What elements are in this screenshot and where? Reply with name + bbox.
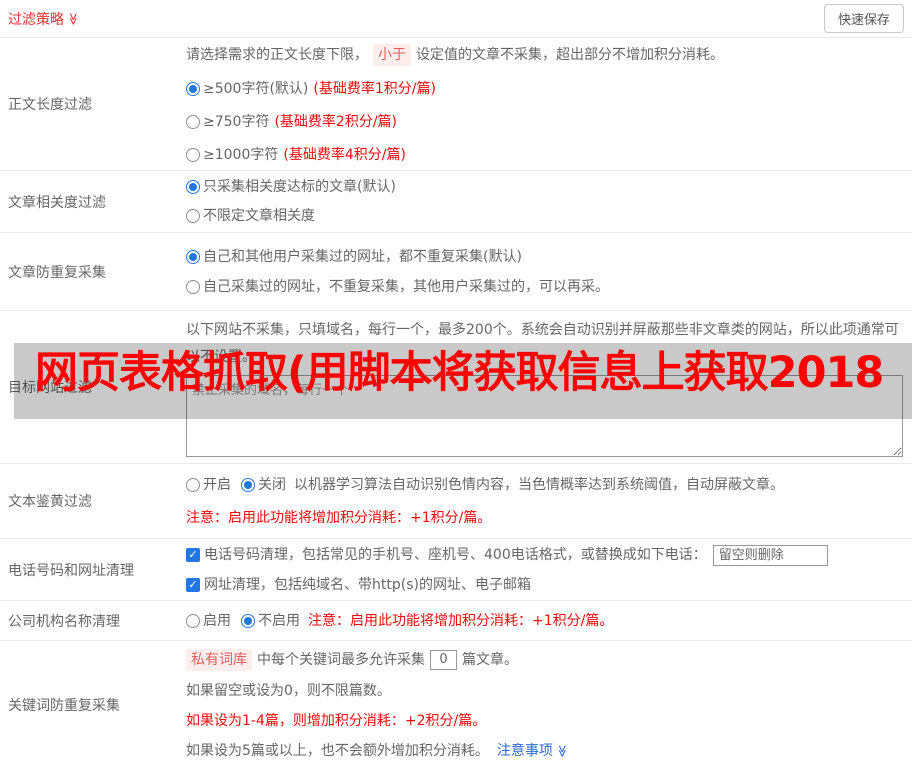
keyword-dedupe-note-fee: 如果设为1-4篇，则增加积分消耗：+2积分/篇。 (186, 712, 487, 729)
porn-filter-note: 注意：启用此功能将增加积分消耗：+1积分/篇。 (186, 509, 492, 526)
radio-icon[interactable] (186, 613, 200, 628)
radio-icon[interactable] (241, 477, 255, 492)
section-label: 正文长度过滤 (8, 97, 92, 113)
checkbox-checked-icon[interactable] (186, 548, 200, 562)
keyword-dedupe-note-zero: 如果留空或设为0，则不限篇数。 (186, 682, 391, 699)
company-clean-note: 注意：启用此功能将增加积分消耗：+1积分/篇。 (308, 612, 614, 629)
keyword-dedupe-note-five: 如果设为5篇或以上，也不会额外增加积分消耗。 (186, 742, 489, 759)
section-relevance: 文章相关度过滤 只采集相关度达标的文章(默认) 不限定文章相关度 (0, 170, 912, 232)
company-clean-off-option[interactable]: 不启用 (241, 611, 300, 631)
filter-settings-form: 正文长度过滤 请选择需求的正文长度下限， 小于 设定值的文章不采集，超出部分不增… (0, 38, 912, 768)
relevance-option-any[interactable]: 不限定文章相关度 (186, 206, 912, 226)
quick-save-button[interactable]: 快速保存 (823, 4, 904, 33)
section-dedupe: 文章防重复采集 自己和其他用户采集过的网址，都不重复采集(默认) 自己采集过的网… (0, 232, 912, 310)
fee-note: (基础费率2积分/篇) (274, 113, 398, 130)
dedupe-option-all-users[interactable]: 自己和其他用户采集过的网址，都不重复采集(默认) (186, 247, 912, 267)
radio-icon[interactable] (186, 477, 200, 492)
section-label: 文本鉴黄过滤 (8, 494, 92, 510)
radio-icon[interactable] (241, 613, 255, 628)
section-porn-filter: 文本鉴黄过滤 开启 关闭 以机器学习算法自动识别色情内容，当色情概率达到系统阈值… (0, 463, 912, 538)
porn-filter-off-option[interactable]: 关闭 (241, 475, 286, 495)
page-title[interactable]: 过滤策略 (8, 9, 80, 29)
section-phone-url-clean: 电话号码和网址清理 电话号码清理，包括常见的手机号、座机号、400电话格式，或替… (0, 538, 912, 600)
porn-filter-description: 以机器学习算法自动识别色情内容，当色情概率达到系统阈值，自动屏蔽文章。 (294, 476, 784, 493)
phone-clean-checkbox[interactable]: 电话号码清理，包括常见的手机号、座机号、400电话格式，或替换成如下电话： (186, 545, 707, 565)
top-bar: 过滤策略 快速保存 (0, 0, 912, 38)
checkbox-checked-icon[interactable] (186, 577, 200, 592)
page-title-label: 过滤策略 (8, 11, 64, 28)
section-label: 文章相关度过滤 (8, 194, 106, 211)
fee-note: (基础费率1积分/篇) (313, 80, 436, 97)
radio-icon[interactable] (186, 249, 200, 264)
radio-icon[interactable] (186, 114, 200, 129)
section-label: 电话号码和网址清理 (8, 562, 134, 579)
double-chevron-down-icon (556, 744, 568, 757)
company-clean-on-option[interactable]: 启用 (186, 611, 231, 631)
section-label: 关键词防重复采集 (8, 697, 120, 714)
notice-link[interactable]: 注意事项 (497, 741, 569, 761)
section-target-site: 目标网站过滤 以下网站不采集，只填域名，每行一个，最多200个。系统会自动识别并… (0, 310, 912, 463)
blocked-domains-textarea[interactable] (186, 375, 903, 457)
radio-icon[interactable] (186, 279, 200, 294)
content-length-option-750[interactable]: ≥750字符 (基础费率2积分/篇) (186, 112, 912, 132)
fee-note: (基础费率4积分/篇) (283, 146, 406, 163)
section-company-clean: 公司机构名称清理 启用 不启用 注意：启用此功能将增加积分消耗：+1积分/篇。 (0, 600, 912, 640)
section-label: 公司机构名称清理 (8, 613, 120, 630)
url-clean-checkbox[interactable]: 网址清理，包括纯域名、带http(s)的网址、电子邮箱 (186, 575, 912, 595)
less-than-highlight: 小于 (373, 43, 411, 66)
section-label: 文章防重复采集 (8, 264, 106, 281)
page: 过滤策略 快速保存 正文长度过滤 请选择需求的正文长度下限， 小于 设定值的文章… (0, 0, 912, 768)
relevance-option-strict[interactable]: 只采集相关度达标的文章(默认) (186, 177, 912, 197)
porn-filter-on-option[interactable]: 开启 (186, 475, 231, 495)
section-content-length: 正文长度过滤 请选择需求的正文长度下限， 小于 设定值的文章不采集，超出部分不增… (0, 38, 912, 170)
private-lexicon-highlight: 私有词库 (186, 648, 252, 671)
double-chevron-down-icon (67, 12, 79, 25)
dedupe-option-self-only[interactable]: 自己采集过的网址，不重复采集，其他用户采集过的，可以再采。 (186, 277, 912, 297)
content-length-option-500[interactable]: ≥500字符(默认) (基础费率1积分/篇) (186, 79, 912, 99)
target-site-description: 以下网站不采集，只填域名，每行一个，最多200个。系统会自动识别并屏蔽那些非文章… (186, 322, 899, 365)
radio-icon[interactable] (186, 147, 200, 162)
max-articles-input[interactable] (430, 649, 457, 670)
content-length-option-1000[interactable]: ≥1000字符 (基础费率4积分/篇) (186, 145, 912, 165)
content-length-intro: 请选择需求的正文长度下限， 小于 设定值的文章不采集，超出部分不增加积分消耗。 (186, 43, 912, 66)
section-keyword-dedupe: 关键词防重复采集 私有词库 中每个关键词最多允许采集 篇文章。 如果留空或设为0… (0, 640, 912, 768)
section-label: 目标网站过滤 (8, 380, 92, 396)
replacement-phone-input[interactable] (712, 544, 828, 566)
radio-icon[interactable] (186, 180, 200, 194)
radio-icon[interactable] (186, 209, 200, 223)
radio-icon[interactable] (186, 81, 200, 96)
